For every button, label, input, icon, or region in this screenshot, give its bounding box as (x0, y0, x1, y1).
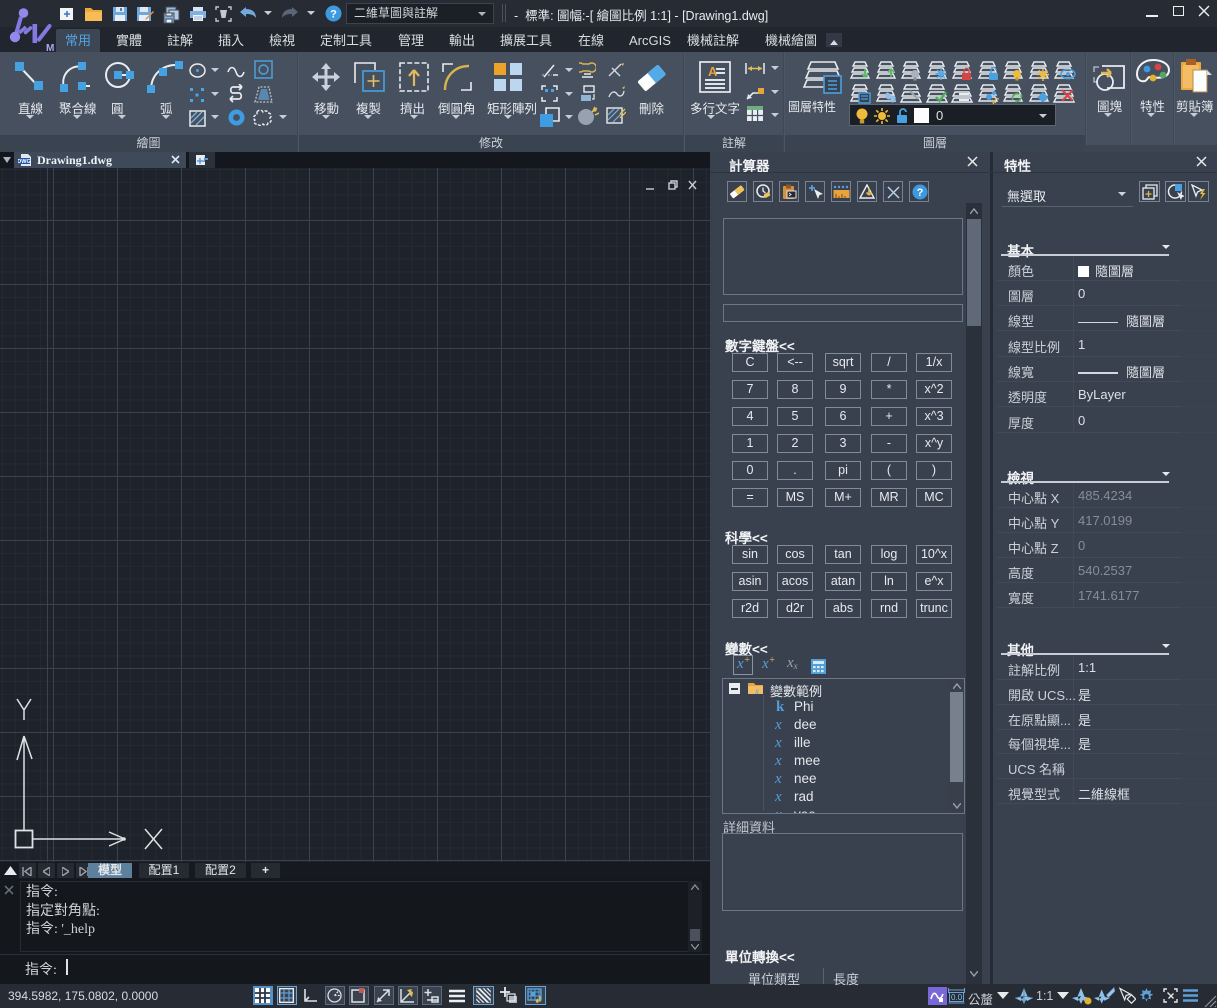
svg-text:A: A (708, 64, 718, 79)
svg-text:DWG: DWG (18, 159, 31, 165)
svg-text:?: ? (330, 9, 337, 21)
svg-text:0.0: 0.0 (951, 993, 963, 1002)
svg-text:x: x (754, 686, 759, 695)
svg-text:M: M (46, 43, 54, 52)
svg-text:?: ? (917, 187, 924, 199)
